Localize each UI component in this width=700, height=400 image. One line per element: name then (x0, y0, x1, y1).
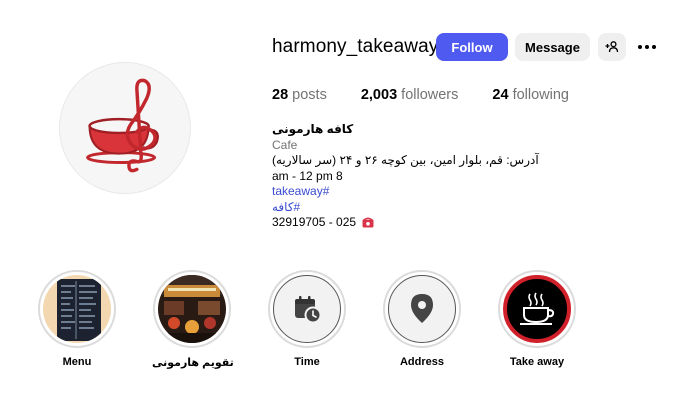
hashtag-cafe-link[interactable]: کافه# (272, 200, 572, 216)
location-pin-icon (388, 275, 456, 343)
profile-header: harmony_takeaway (272, 33, 438, 61)
highlight-label: Menu (62, 356, 92, 368)
following-label: following (512, 87, 569, 103)
display-name: کافه هارمونی (272, 122, 354, 136)
followers-label: followers (401, 87, 459, 103)
more-options-button[interactable] (633, 33, 661, 61)
address-text: آدرس: قم، بلوار امین، بین کوچه ۲۶ و ۲۴ (… (272, 153, 539, 167)
category-label: Cafe (272, 137, 298, 152)
menu-photo-icon (43, 275, 111, 343)
cafe-interior-photo-icon (158, 275, 226, 343)
highlight-label: Take away (509, 356, 565, 368)
add-user-button[interactable] (598, 33, 626, 61)
highlight-label: Time (294, 356, 320, 368)
profile-bio: کافه هارمونی Cafe آدرس: قم، بلوار امین، … (272, 122, 572, 231)
phone-line: 32919705 - 025 (272, 215, 572, 231)
highlight-harmony-calendar[interactable]: تقویم هارمونی (152, 270, 234, 369)
posts-label: posts (292, 87, 327, 103)
hours-text: am - 12 pm 8 (272, 168, 343, 183)
coffee-cup-icon (503, 275, 571, 343)
follow-button[interactable]: Follow (436, 33, 508, 61)
followers-stat[interactable]: 2,003 followers (361, 87, 459, 103)
posts-count: 28 (272, 87, 289, 103)
following-count: 24 (492, 87, 509, 103)
add-user-icon (605, 41, 619, 53)
telephone-icon (362, 217, 375, 228)
profile-avatar[interactable] (59, 62, 191, 194)
highlight-address[interactable]: Address (382, 270, 462, 368)
phone-number: 32919705 - 025 (272, 215, 357, 229)
posts-stat: 28 posts (272, 87, 327, 103)
highlight-menu[interactable]: Menu (37, 270, 117, 368)
hashtag-takeaway-link[interactable]: takeaway# (272, 184, 572, 200)
calendar-clock-icon (273, 275, 341, 343)
highlight-label: Address (399, 356, 445, 368)
highlight-take-away[interactable]: Take away (497, 270, 577, 368)
more-horizontal-icon (638, 45, 656, 49)
message-button[interactable]: Message (515, 33, 590, 61)
profile-stats: 28 posts 2,003 followers 24 following (272, 87, 603, 103)
teacup-treble-clef-logo-icon (60, 63, 190, 193)
following-stat[interactable]: 24 following (492, 87, 569, 103)
highlight-label: تقویم هارمونی (152, 357, 234, 369)
followers-count: 2,003 (360, 87, 398, 103)
highlight-time[interactable]: Time (267, 270, 347, 368)
username: harmony_takeaway (272, 36, 439, 57)
